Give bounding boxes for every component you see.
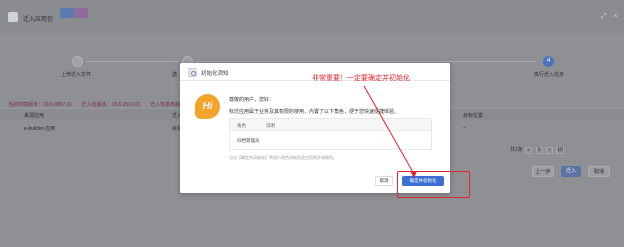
annotation-arrow xyxy=(363,85,417,178)
app-frame: 迁入应用包 ⤢ × 上传迁入文件 选 4 执行迁入任务 当前环境版本：10.6.… xyxy=(0,0,624,247)
